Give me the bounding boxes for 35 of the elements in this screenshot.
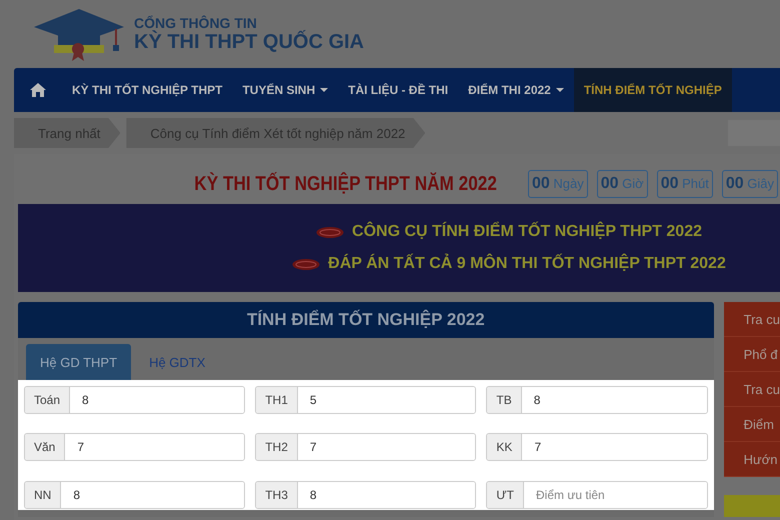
score-input-field[interactable]: ƯT Điểm ưu tiên <box>486 480 708 509</box>
home-icon <box>30 83 46 97</box>
sidebar-link[interactable]: Tra cu <box>724 302 780 337</box>
new-badge-icon <box>292 258 320 270</box>
nav-link[interactable]: TUYỂN SINH <box>232 68 338 112</box>
score-input-field[interactable]: TH2 7 <box>255 433 476 462</box>
countdown-title: KỲ THI TỐT NGHIỆP THPT NĂM 2022 <box>194 172 497 196</box>
sidebar-link[interactable]: Hướn <box>724 442 780 477</box>
countdown-box: 00 Ngày <box>528 170 588 198</box>
graduation-cap-logo-icon <box>32 7 126 61</box>
logo-subtitle: CỔNG THÔNG TIN <box>134 14 258 30</box>
sidebar-link[interactable]: Điểm <box>724 407 780 442</box>
banner-link[interactable]: ĐÁP ÁN TẤT CẢ 9 MÔN THI TỐT NGHIỆP THPT 2022 <box>328 255 726 273</box>
score-input-field[interactable]: NN 8 <box>24 480 246 509</box>
logo-title: KỲ THI THPT QUỐC GIA <box>134 30 364 54</box>
countdown-box: 00 Giờ <box>596 170 648 198</box>
score-input-field[interactable]: KK 7 <box>486 433 708 462</box>
score-input-field[interactable]: TH3 8 <box>255 480 476 509</box>
sidebar-link[interactable]: Tra cu <box>724 372 780 407</box>
banner-link[interactable]: CÔNG CỤ TÍNH ĐIỂM TỐT NGHIỆP THPT 2022 <box>352 223 702 241</box>
sidebar-banner <box>724 495 780 517</box>
score-input-field[interactable]: TH1 5 <box>255 386 476 414</box>
score-input-field[interactable]: Toán 8 <box>24 386 246 414</box>
countdown-box: 00 Phút <box>656 170 713 198</box>
nav-link[interactable]: ĐIỂM THI 2022 <box>458 68 574 112</box>
countdown-box: 00 Giây <box>722 170 778 198</box>
tab[interactable]: Hệ GD THPT <box>26 344 132 380</box>
new-badge-icon <box>316 226 344 238</box>
nav-link[interactable]: TÀI LIỆU - ĐỀ THI <box>338 68 458 112</box>
score-input-field[interactable]: Văn 7 <box>24 433 246 462</box>
nav-link[interactable]: TÍNH ĐIỂM TỐT NGHIỆP <box>574 68 732 112</box>
panel-title: TÍNH ĐIỂM TỐT NGHIỆP 2022 <box>246 310 485 330</box>
nav-link[interactable]: KỲ THI TỐT NGHIỆP THPT <box>62 68 232 112</box>
score-input-field[interactable]: TB 8 <box>486 386 708 414</box>
sidebar-link[interactable]: Phổ đ <box>724 337 780 372</box>
